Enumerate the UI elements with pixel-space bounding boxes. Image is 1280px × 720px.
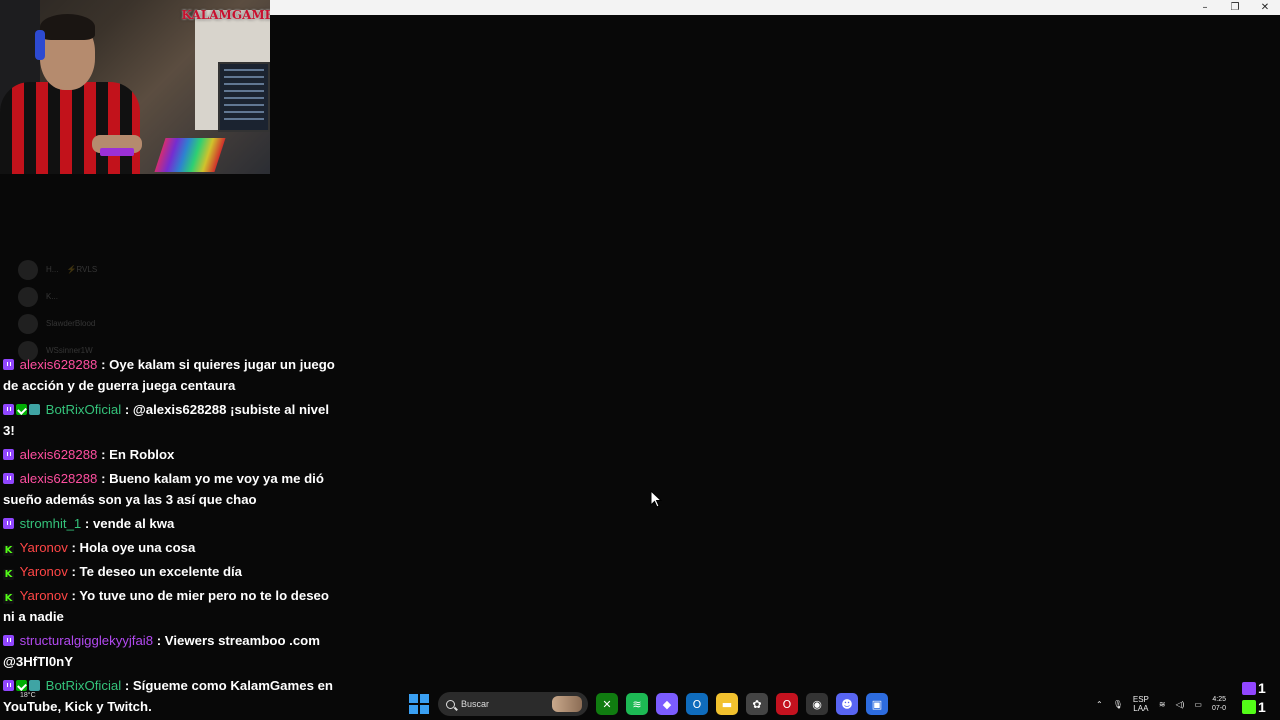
chat-message: alexis628288 : En Roblox — [3, 444, 336, 465]
headset-icon — [35, 30, 45, 60]
chat-username: Yaronov — [19, 588, 68, 603]
taskbar-search[interactable]: Buscar — [438, 692, 588, 716]
language-indicator[interactable]: ESP LAA — [1133, 695, 1149, 713]
streamer-hair — [40, 14, 95, 40]
chat-username: structuralgigglekyyjfai8 — [19, 633, 154, 648]
app-icon[interactable]: ✿ — [746, 693, 768, 715]
active-app-icon[interactable]: ▣ — [866, 693, 888, 715]
xbox-icon[interactable]: ✕ — [596, 693, 618, 715]
kick-badge-icon: K — [3, 593, 14, 604]
chat-username: alexis628288 — [19, 447, 98, 462]
copilot-icon[interactable]: ◆ — [656, 693, 678, 715]
opera-icon[interactable]: O — [776, 693, 798, 715]
monitor — [218, 62, 270, 132]
chat-username: BotRixOficial — [45, 402, 122, 417]
chat-message: K Yaronov : Te deseo un excelente día — [3, 561, 336, 582]
outlook-icon[interactable]: O — [686, 693, 708, 715]
window-controls: – ❐ ✕ — [1190, 0, 1280, 15]
search-icon — [446, 699, 455, 709]
microphone-icon[interactable]: 🎙 — [1113, 700, 1123, 709]
faded-username: K... — [46, 292, 59, 301]
obs-icon[interactable]: ◉ — [806, 693, 828, 715]
search-highlight-image — [552, 696, 582, 712]
channel-logo: KALAMGAMES — [181, 8, 270, 22]
chat-username: Yaronov — [19, 540, 68, 555]
chat-message: structuralgigglekyyjfai8 : Viewers strea… — [3, 630, 336, 672]
battery-icon[interactable]: ▭ — [1194, 700, 1202, 709]
maximize-button[interactable]: ❐ — [1220, 0, 1250, 15]
twitch-badge-icon — [3, 635, 14, 646]
lang-code: ESP — [1132, 695, 1149, 704]
twitch-badge-icon — [3, 449, 14, 460]
faded-chat-row: K... — [18, 283, 178, 310]
chat-text: : vende al kwa — [84, 516, 175, 531]
kick-badge-icon: K — [3, 569, 14, 580]
webcam-overlay: KALAMGAMES — [0, 0, 270, 174]
chat-message: BotRixOficial : @alexis628288 ¡subiste a… — [3, 399, 336, 441]
clock-time: 4:25 — [1212, 696, 1226, 703]
faded-chat-history: H... ⚡RVLS K... SlawderBlood WSsinner1W — [18, 256, 178, 364]
chat-message: alexis628288 : Bueno kalam yo me voy ya … — [3, 468, 336, 510]
start-button[interactable] — [408, 693, 430, 715]
weather-widget[interactable]: 18°C — [20, 692, 60, 699]
twitch-badge-icon — [3, 359, 14, 370]
close-button[interactable]: ✕ — [1250, 0, 1280, 15]
clock[interactable]: 4:25 07-0 — [1212, 695, 1226, 713]
chat-text: : Te deseo un excelente día — [71, 564, 243, 579]
faded-username: H... — [46, 265, 59, 274]
chat-overlay: alexis628288 : Oye kalam si quieres juga… — [3, 354, 336, 720]
chat-message: alexis628288 : Oye kalam si quieres juga… — [3, 354, 336, 396]
streamer-shirt — [0, 82, 140, 174]
chevron-up-icon[interactable]: ⌃ — [1096, 700, 1103, 709]
taskbar-icons: Buscar ✕ ≋ ◆ O ▬ ✿ O ◉ ☻ ▣ — [408, 692, 888, 716]
chat-username: stromhit_1 — [19, 516, 82, 531]
mouse-cursor-icon — [650, 490, 662, 508]
file-explorer-icon[interactable]: ▬ — [716, 693, 738, 715]
twitch-badge-icon — [3, 404, 14, 415]
chat-message: K Yaronov : Yo tuve uno de mier pero no … — [3, 585, 336, 627]
phone — [100, 148, 134, 156]
wifi-icon[interactable]: ≋ — [1159, 700, 1166, 709]
chat-message: stromhit_1 : vende al kwa — [3, 513, 336, 534]
twitch-viewer-count: 1 — [1258, 680, 1266, 696]
kick-viewer-count: 1 — [1258, 699, 1266, 715]
discord-icon[interactable]: ☻ — [836, 693, 858, 715]
chat-username: alexis628288 — [19, 357, 98, 372]
twitch-badge-icon — [3, 473, 14, 484]
volume-icon[interactable]: ◁) — [1176, 700, 1185, 709]
search-placeholder: Buscar — [461, 699, 490, 709]
viewer-count-badges: 1 1 — [1240, 680, 1272, 716]
chat-text: : Hola oye una cosa — [71, 540, 196, 555]
chat-message: K Yaronov : Hola oye una cosa — [3, 537, 336, 558]
chat-username: Yaronov — [19, 564, 68, 579]
kick-viewers-icon — [1242, 700, 1256, 714]
system-tray: ⌃ 🎙 ESP LAA ≋ ◁) ▭ 4:25 07-0 — [1096, 692, 1226, 716]
minimize-button[interactable]: – — [1190, 0, 1220, 15]
faded-extra: ⚡RVLS — [66, 265, 98, 274]
chat-username: alexis628288 — [19, 471, 98, 486]
avatar — [18, 259, 38, 280]
kick-badge-icon: K — [3, 545, 14, 556]
lang-sub: LAA — [1133, 704, 1149, 713]
twitch-viewers-icon — [1242, 682, 1256, 695]
faded-chat-row: H... ⚡RVLS — [18, 256, 178, 283]
avatar — [18, 313, 38, 334]
clock-date: 07-0 — [1211, 705, 1226, 712]
weather-temp: 18°C — [20, 692, 36, 699]
faded-username: SlawderBlood — [46, 319, 96, 328]
rgb-keyboard — [154, 138, 226, 172]
chat-text: : En Roblox — [101, 447, 175, 462]
bot-badge-icon — [29, 404, 40, 415]
faded-chat-row: SlawderBlood — [18, 310, 178, 337]
twitch-badge-icon — [3, 518, 14, 529]
mod-badge-icon — [16, 404, 27, 415]
spotify-icon[interactable]: ≋ — [626, 693, 648, 715]
avatar — [18, 286, 38, 307]
